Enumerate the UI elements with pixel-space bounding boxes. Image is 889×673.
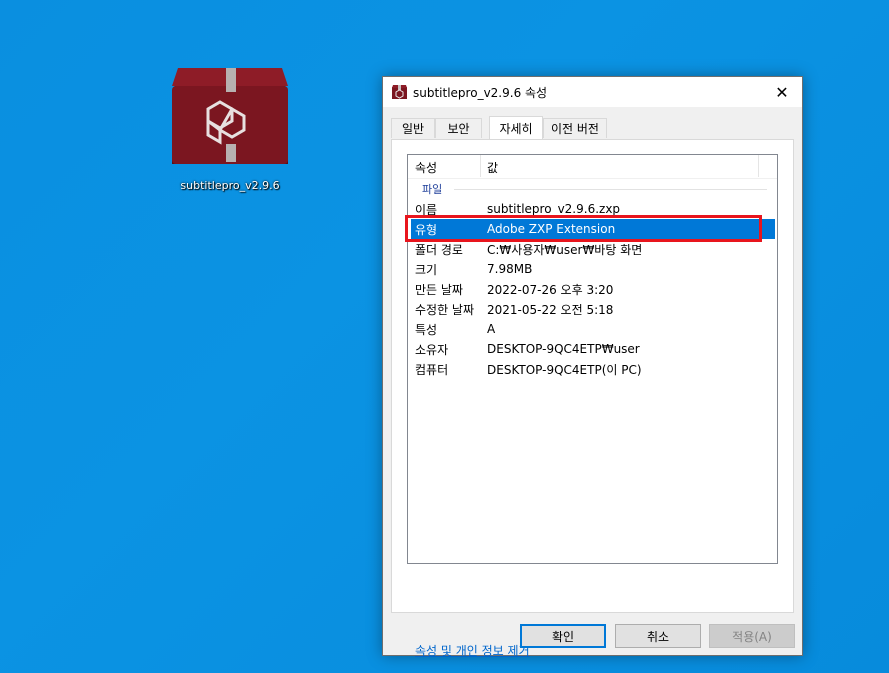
apply-button: 적용(A) <box>709 624 795 648</box>
list-item[interactable]: 수정한 날짜 2021-05-22 오전 5:18 <box>411 299 775 319</box>
button-label: 확인 <box>551 629 575 644</box>
cancel-button[interactable]: 취소 <box>615 624 701 648</box>
property-value: subtitlepro_v2.9.6.zxp <box>487 202 621 216</box>
property-name: 수정한 날짜 <box>415 302 475 317</box>
list-item[interactable]: 폴더 경로 C:₩사용자₩user₩바탕 화면 <box>411 239 775 259</box>
properties-dialog: subtitlepro_v2.9.6 속성 ✕ 일반 보안 자세히 이전 버전 … <box>382 76 803 658</box>
list-header: 속성 값 <box>408 155 777 179</box>
tab-label: 일반 <box>401 122 425 136</box>
ok-button[interactable]: 확인 <box>520 624 606 648</box>
button-label: 적용(A) <box>732 629 772 644</box>
property-name: 특성 <box>415 322 438 337</box>
property-name: 컴퓨터 <box>415 362 449 377</box>
details-panel: 속성 값 파일 이름 subtitlepro_v2.9.6.zxp 유형 Ado… <box>391 139 794 658</box>
close-icon: ✕ <box>775 82 789 102</box>
desktop-file-icon[interactable]: subtitlepro_v2.9.6 <box>168 60 292 200</box>
list-item[interactable]: 이름 subtitlepro_v2.9.6.zxp <box>411 199 775 219</box>
property-value: C:₩사용자₩user₩바탕 화면 <box>487 242 643 257</box>
button-label: 취소 <box>646 629 670 644</box>
property-value: A <box>487 322 496 336</box>
dialog-title: subtitlepro_v2.9.6 속성 <box>413 85 548 100</box>
column-divider[interactable] <box>758 155 759 177</box>
tab-previous-versions[interactable]: 이전 버전 <box>543 118 607 138</box>
remove-properties-link[interactable]: 속성 및 개인 정보 제거 <box>415 642 530 659</box>
file-type-icon <box>392 85 407 99</box>
tab-general[interactable]: 일반 <box>391 118 435 138</box>
property-name: 크기 <box>415 262 438 277</box>
close-button[interactable]: ✕ <box>762 77 802 107</box>
column-header-label: 속성 <box>415 160 438 175</box>
tab-label: 이전 버전 <box>551 122 599 136</box>
desktop-file-label: subtitlepro_v2.9.6 <box>180 179 280 192</box>
column-header-property[interactable]: 속성 <box>408 155 480 179</box>
property-value: DESKTOP-9QC4ETP(이 PC) <box>487 362 642 377</box>
column-header-value[interactable]: 값 <box>480 155 757 179</box>
property-value: Adobe ZXP Extension <box>487 222 616 236</box>
group-divider <box>454 189 767 190</box>
list-item[interactable]: 크기 7.98MB <box>411 259 775 279</box>
column-header-label: 값 <box>487 160 499 175</box>
tab-label: 보안 <box>447 122 470 136</box>
property-value: 2022-07-26 오후 3:20 <box>487 282 614 297</box>
property-name: 소유자 <box>415 342 449 357</box>
list-item-selected[interactable]: 유형 Adobe ZXP Extension <box>411 219 775 239</box>
tab-security[interactable]: 보안 <box>435 118 482 138</box>
property-name: 폴더 경로 <box>415 242 463 257</box>
list-item[interactable]: 특성 A <box>411 319 775 339</box>
property-value: DESKTOP-9QC4ETP₩user <box>487 342 640 356</box>
list-item[interactable]: 소유자 DESKTOP-9QC4ETP₩user <box>411 339 775 359</box>
title-bar[interactable]: subtitlepro_v2.9.6 속성 ✕ <box>383 77 802 107</box>
properties-list[interactable]: 속성 값 파일 이름 subtitlepro_v2.9.6.zxp 유형 Ado… <box>407 154 778 564</box>
group-label: 파일 <box>422 183 443 196</box>
property-name: 유형 <box>415 222 438 237</box>
tab-label: 자세히 <box>499 121 533 136</box>
property-value: 2021-05-22 오전 5:18 <box>487 302 614 317</box>
tab-details[interactable]: 자세히 <box>489 116 543 139</box>
property-name: 이름 <box>415 202 438 217</box>
list-item[interactable]: 컴퓨터 DESKTOP-9QC4ETP(이 PC) <box>411 359 775 379</box>
property-value: 7.98MB <box>487 262 533 276</box>
list-item[interactable]: 만든 날짜 2022-07-26 오후 3:20 <box>411 279 775 299</box>
group-header-file: 파일 <box>408 181 777 197</box>
adobe-extension-box-icon <box>172 68 288 164</box>
property-name: 만든 날짜 <box>415 282 463 297</box>
